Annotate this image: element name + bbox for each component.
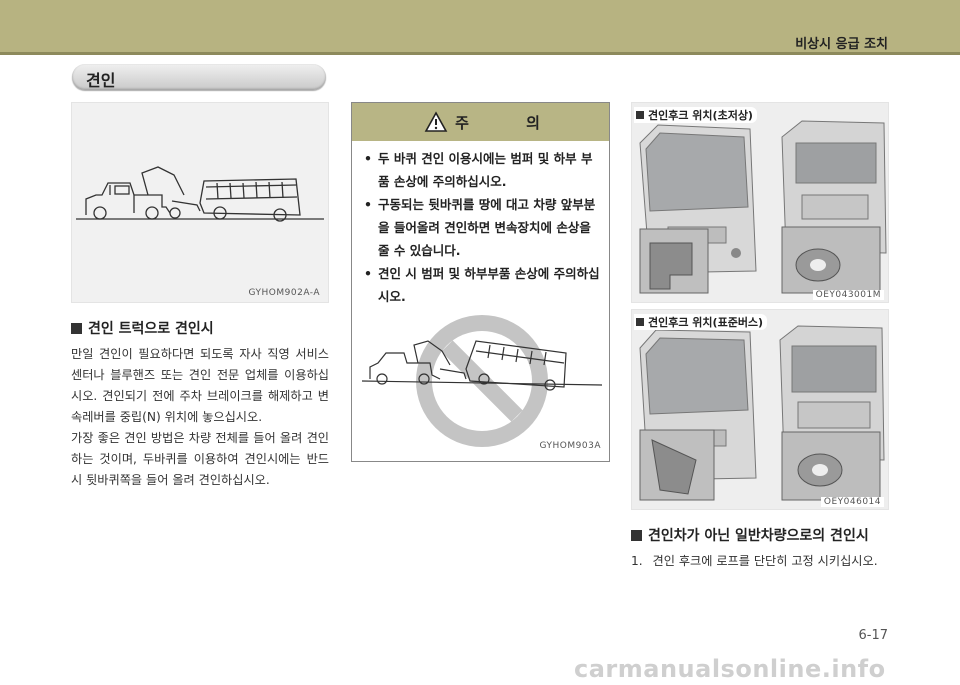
heading-square-icon [71,323,82,334]
label-square-icon [636,318,644,326]
tow-hook-photo-standard: 견인후크 위치(표준버스) OEY046014 [631,309,889,510]
subsection-heading: 견인차가 아닌 일반차량으로의 견인시 [631,525,869,545]
subsection-title: 견인 트럭으로 견인시 [88,321,214,337]
section-title: 견인 [86,71,116,90]
watermark: carmanualsonline.info [574,655,886,683]
caution-title: 주 의 [455,114,566,132]
page-number: 6-17 [858,628,888,643]
figure-code: GYHOM903A [539,441,601,451]
paragraph: 만일 견인이 필요하다면 되도록 자사 직영 서비스센터나 블루핸즈 또는 견인… [71,347,329,424]
tow-truck-illustration [76,166,324,222]
photo-label: 견인후크 위치(표준버스) [634,314,768,330]
chapter-title: 비상시 응급 조치 [795,37,888,52]
step-item: 1. 견인 후크에 로프를 단단히 고정 시키십시오. [631,551,921,572]
caution-box: 주 의 • 두 바퀴 견인 이용시에는 범퍼 및 하부 부품 손상에 주의하십시오… [351,102,610,462]
caution-list: • 두 바퀴 견인 이용시에는 범퍼 및 하부 부품 손상에 주의하십시오. • 구… [364,147,602,308]
section-title-pill: 견인 [72,64,326,90]
subsection-heading: 견인 트럭으로 견인시 [71,318,214,338]
tow-truck-figure: GYHOM902A-A [71,102,329,303]
low-floor-bus-photo [632,103,888,302]
caution-item: • 견인 시 범퍼 및 하부부품 손상에 주의하십시오. [364,266,600,304]
step-text: 견인 후크에 로프를 단단히 고정 시키십시오. [652,554,878,568]
paragraph: 가장 좋은 견인 방법은 차량 전체를 들어 올려 견인하는 것이며, 두바퀴를… [71,431,329,487]
photo-label: 견인후크 위치(초저상) [634,107,757,123]
caution-item: • 두 바퀴 견인 이용시에는 범퍼 및 하부 부품 손상에 주의하십시오. [364,151,593,189]
caution-header: 주 의 [352,103,609,141]
header-rule [0,52,960,55]
caution-item: • 구동되는 뒷바퀴를 땅에 대고 차량 앞부분을 들어올려 견인하면 변속장치에… [364,197,596,258]
heading-square-icon [631,530,642,541]
figure-code: OEY043001M [812,290,884,300]
step-number: 1. [631,554,643,568]
tow-hook-photo-low-floor: 견인후크 위치(초저상) OEY043001M [631,102,889,303]
label-square-icon [636,111,644,119]
figure-code: OEY046014 [820,497,884,507]
subsection-title: 견인차가 아닌 일반차량으로의 견인시 [648,528,869,544]
prohibited-towing-illustration [361,315,603,447]
figure-code: GYHOM902A-A [248,288,320,298]
standard-bus-photo [632,310,888,509]
